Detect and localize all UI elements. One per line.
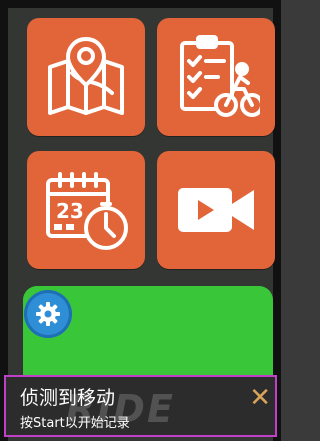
close-icon[interactable]: ✕ [249,385,271,411]
notification-title: 侦测到移动 [20,387,116,409]
route-map-icon [48,37,124,115]
gear-icon [36,302,60,326]
motion-notification[interactable]: RIDE 侦测到移动 按Start以开始记录 ✕ [4,375,277,437]
cycling-checklist-icon [180,35,260,117]
video-record-tile[interactable] [157,151,275,269]
svg-text:23: 23 [56,199,84,223]
video-camera-icon [178,188,254,232]
ride-checklist-tile[interactable] [157,18,275,136]
device-bezel-top [0,0,281,8]
route-map-tile[interactable] [27,18,145,136]
settings-button[interactable] [24,290,72,338]
notification-subtitle: 按Start以开始记录 [20,416,130,431]
app-screen: 23 RIDE 侦测到移动 按Start以开始记录 ✕ [0,0,281,441]
calendar-timer-icon: 23 [46,172,128,250]
schedule-tile[interactable]: 23 [27,151,145,269]
